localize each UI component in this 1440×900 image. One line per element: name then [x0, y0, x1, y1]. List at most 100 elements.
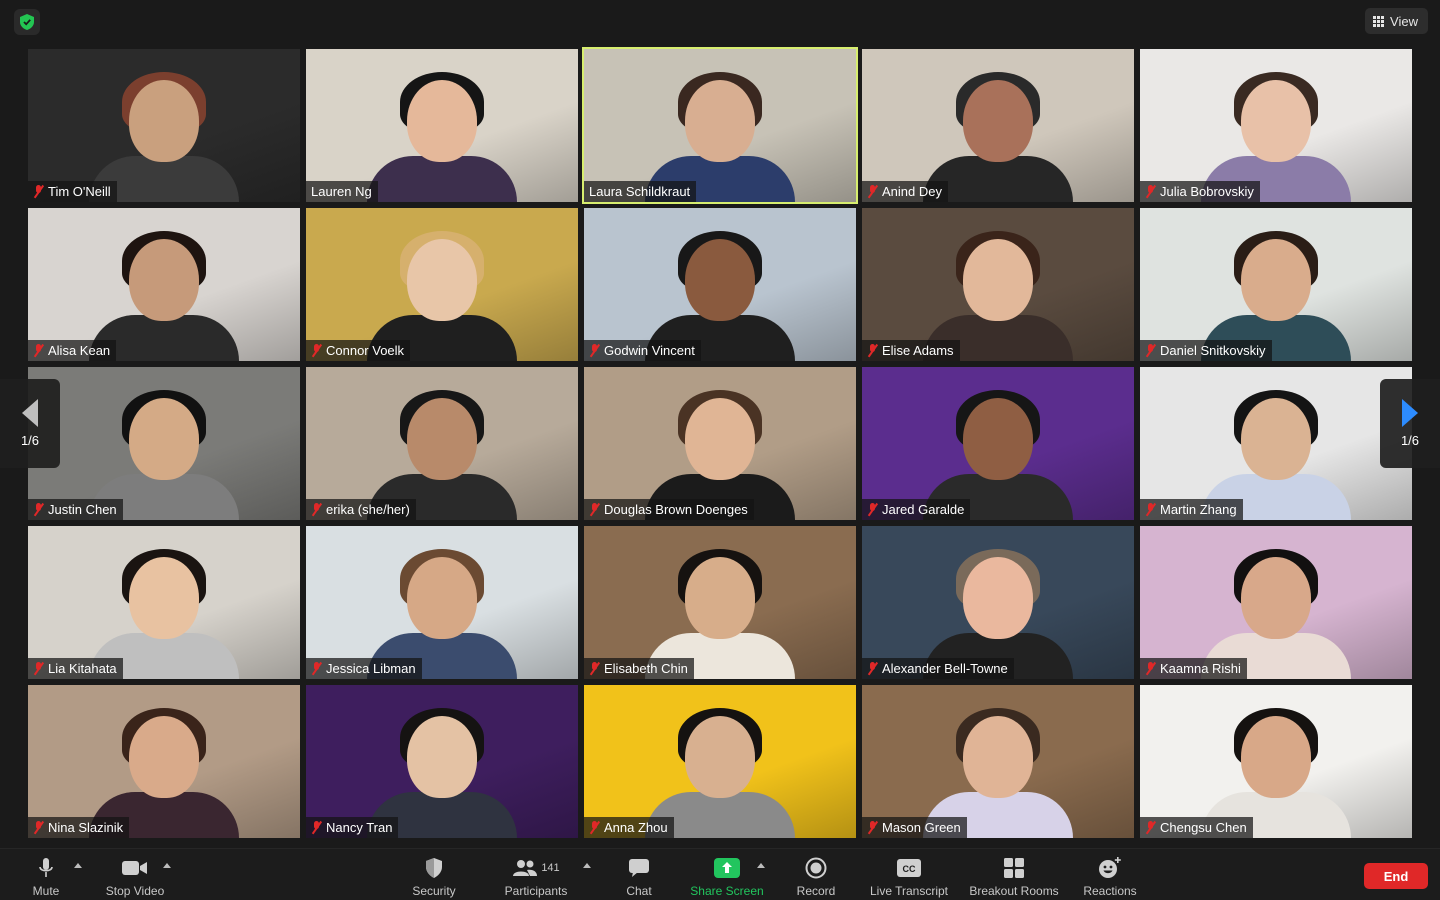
participant-nameplate: Tim O'Neill [28, 181, 117, 202]
participant-name: Alexander Bell-Towne [882, 661, 1008, 676]
record-button[interactable]: Record [791, 849, 841, 900]
mute-label: Mute [32, 884, 60, 898]
participant-video-tile[interactable]: Justin Chen [28, 367, 300, 520]
page-indicator-left: 1/6 [20, 433, 40, 448]
participant-video-tile[interactable]: Mason Green [862, 685, 1134, 838]
stop-video-label: Stop Video [105, 884, 165, 898]
participant-name: Jessica Libman [326, 661, 416, 676]
participant-video-tile[interactable]: Martin Zhang [1140, 367, 1412, 520]
mute-button[interactable]: Mute [26, 849, 66, 900]
participant-video-tile[interactable]: Elise Adams [862, 208, 1134, 361]
muted-microphone-icon [867, 185, 878, 198]
live-transcript-label: Live Transcript [869, 884, 949, 898]
participant-video-tile[interactable]: Nancy Tran [306, 685, 578, 838]
arrow-right-icon [1402, 399, 1418, 427]
share-options-caret[interactable] [757, 863, 765, 868]
participant-name: Elise Adams [882, 343, 954, 358]
participant-name: Douglas Brown Doenges [604, 502, 748, 517]
grid-view-icon [1373, 15, 1385, 27]
participant-nameplate: Connor Voelk [306, 340, 411, 361]
participant-video-tile[interactable]: Lauren Ng [306, 49, 578, 202]
muted-microphone-icon [1145, 662, 1156, 675]
muted-microphone-icon [589, 344, 600, 357]
muted-microphone-icon [1145, 185, 1156, 198]
view-button[interactable]: View [1365, 8, 1428, 34]
participant-video-tile[interactable]: Laura Schildkraut [582, 47, 858, 204]
participant-name: Mason Green [882, 820, 961, 835]
previous-page-button[interactable]: 1/6 [0, 379, 60, 468]
chat-label: Chat [626, 884, 652, 898]
participant-name: Martin Zhang [1160, 502, 1237, 517]
reactions-button[interactable]: Reactions [1079, 849, 1141, 900]
participant-video-tile[interactable]: Tim O'Neill [28, 49, 300, 202]
muted-microphone-icon [1145, 344, 1156, 357]
participant-video-tile[interactable]: Elisabeth Chin [584, 526, 856, 679]
participant-video-tile[interactable]: Chengsu Chen [1140, 685, 1412, 838]
participant-video-tile[interactable]: Kaamna Rishi [1140, 526, 1412, 679]
participants-options-caret[interactable] [583, 863, 591, 868]
muted-microphone-icon [33, 662, 44, 675]
participant-video-tile[interactable]: Connor Voelk [306, 208, 578, 361]
participant-nameplate: Lauren Ng [306, 181, 378, 202]
participant-nameplate: Justin Chen [28, 499, 123, 520]
next-page-button[interactable]: 1/6 [1380, 379, 1440, 468]
security-shield-icon [426, 858, 442, 878]
breakout-rooms-button[interactable]: Breakout Rooms [966, 849, 1062, 900]
participant-video-tile[interactable]: Alisa Kean [28, 208, 300, 361]
share-screen-button[interactable]: Share Screen [686, 849, 768, 900]
live-transcript-button[interactable]: CC Live Transcript [864, 849, 954, 900]
svg-text:CC: CC [903, 864, 916, 874]
muted-microphone-icon [589, 821, 600, 834]
participant-nameplate: Elisabeth Chin [584, 658, 694, 679]
participant-video-tile[interactable]: Anind Dey [862, 49, 1134, 202]
share-screen-icon [714, 858, 740, 878]
participant-nameplate: Anna Zhou [584, 817, 674, 838]
security-button[interactable]: Security [404, 849, 464, 900]
mute-options-caret[interactable] [74, 863, 82, 868]
participant-name: Lauren Ng [311, 184, 372, 199]
end-meeting-button[interactable]: End [1364, 863, 1428, 889]
participant-nameplate: Mason Green [862, 817, 967, 838]
participant-video-tile[interactable]: Jessica Libman [306, 526, 578, 679]
reactions-label: Reactions [1083, 884, 1137, 898]
muted-microphone-icon [33, 344, 44, 357]
participant-video-tile[interactable]: Godwin Vincent [584, 208, 856, 361]
muted-microphone-icon [1145, 821, 1156, 834]
participants-count: 141 [541, 862, 560, 874]
participant-video-tile[interactable]: erika (she/her) [306, 367, 578, 520]
video-options-caret[interactable] [163, 863, 171, 868]
muted-microphone-icon [33, 185, 44, 198]
participants-icon [513, 860, 538, 876]
arrow-left-icon [22, 399, 38, 427]
record-label: Record [796, 884, 836, 898]
participant-video-tile[interactable]: Lia Kitahata [28, 526, 300, 679]
participant-video-tile[interactable]: Jared Garalde [862, 367, 1134, 520]
participants-button[interactable]: 141 Participants [500, 849, 572, 900]
participant-name: Chengsu Chen [1160, 820, 1247, 835]
participant-video-tile[interactable]: Nina Slazinik [28, 685, 300, 838]
participant-nameplate: Alisa Kean [28, 340, 117, 361]
muted-microphone-icon [867, 503, 878, 516]
participant-video-tile[interactable]: Anna Zhou [584, 685, 856, 838]
participant-video-tile[interactable]: Julia Bobrovskiy [1140, 49, 1412, 202]
participant-video-tile[interactable]: Daniel Snitkovskiy [1140, 208, 1412, 361]
chat-button[interactable]: Chat [619, 849, 659, 900]
page-indicator-right: 1/6 [1400, 433, 1420, 448]
security-label: Security [412, 884, 456, 898]
muted-microphone-icon [311, 503, 322, 516]
participant-name: Tim O'Neill [48, 184, 111, 199]
participant-video-tile[interactable]: Alexander Bell-Towne [862, 526, 1134, 679]
participant-name: Alisa Kean [48, 343, 111, 358]
stop-video-button[interactable]: Stop Video [100, 849, 170, 900]
participants-label: Participants [504, 884, 568, 898]
gallery-grid: Tim O'Neill Lauren Ng Laura Schildkraut Ani… [28, 47, 1412, 838]
muted-microphone-icon [589, 503, 600, 516]
closed-caption-icon: CC [897, 859, 921, 877]
participant-video-feed [367, 72, 517, 202]
record-icon [805, 857, 827, 879]
encryption-shield-button[interactable] [14, 9, 40, 35]
participant-video-tile[interactable]: Douglas Brown Doenges [584, 367, 856, 520]
zoom-meeting-window: View Tim O'Neill Lauren Ng Laura Schildkra… [0, 0, 1440, 900]
participant-name: Julia Bobrovskiy [1160, 184, 1254, 199]
muted-microphone-icon [1145, 503, 1156, 516]
